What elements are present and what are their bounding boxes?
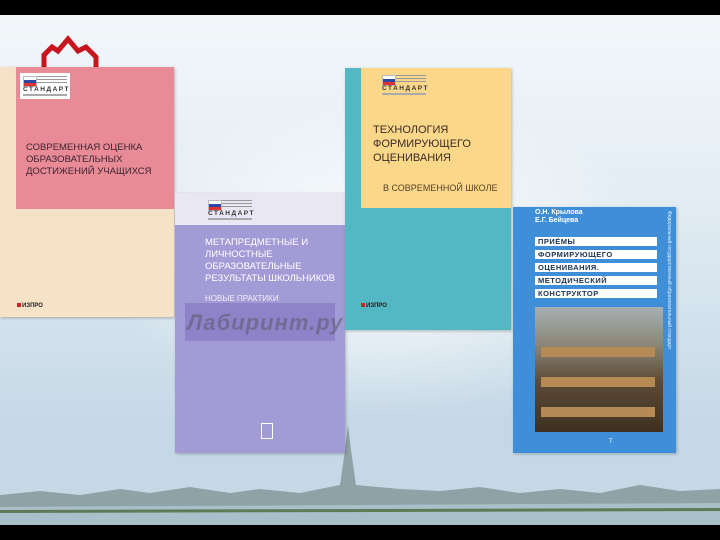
book-spine-text: Федеральный государственный образователь… <box>666 211 672 350</box>
book-title: МЕТАПРЕДМЕТНЫЕ И ЛИЧНОСТНЫЕ ОБРАЗОВАТЕЛЬ… <box>205 237 335 284</box>
book-authors: О.Н. Крылова Е.Г. Бейцева <box>535 209 661 225</box>
book-title-line-4: МЕТОДИЧЕСКИЙ <box>535 276 657 285</box>
standard-logo: СТАНДАРТ <box>20 73 70 99</box>
book-title-line-5: КОНСТРУКТОР <box>535 289 657 298</box>
publisher-logo: ИЗПРО <box>361 303 387 309</box>
publisher-logo-icon <box>261 423 273 439</box>
book-title: СОВРЕМЕННАЯ ОЦЕНКА ОБРАЗОВАТЕЛЬНЫХ ДОСТИ… <box>26 142 152 177</box>
standard-label: СТАНДАРТ <box>23 86 71 93</box>
book-cover-3: СТАНДАРТ ТЕХНОЛОГИЯ ФОРМИРУЮЩЕГО ОЦЕНИВА… <box>345 68 511 330</box>
author-1: О.Н. Крылова <box>535 209 583 216</box>
watermark: Лабиринт.ру <box>187 310 344 335</box>
book-title-line-2: ФОРМИРУЮЩЕГО <box>535 250 657 259</box>
book-subtitle: В СОВРЕМЕННОЙ ШКОЛЕ <box>383 183 498 193</box>
standard-label: СТАНДАРТ <box>208 210 256 217</box>
book-subtitle: НОВЫЕ ПРАКТИКИ <box>205 294 279 303</box>
book-cover-4: О.Н. Крылова Е.Г. Бейцева ПРИЁМЫ ФОРМИРУ… <box>513 207 676 453</box>
slide: СТАНДАРТ СОВРЕМЕННАЯ ОЦЕНКА ОБРАЗОВАТЕЛЬ… <box>0 15 720 525</box>
standard-logo: СТАНДАРТ <box>379 72 429 98</box>
standard-logo: СТАНДАРТ <box>205 197 255 223</box>
classroom-photo <box>535 307 663 432</box>
publisher-logo-icon: Т <box>609 439 613 445</box>
book-title-line-3: ОЦЕНИВАНИЯ. <box>535 263 657 272</box>
author-2: Е.Г. Бейцева <box>535 217 579 224</box>
book-cover-1: СТАНДАРТ СОВРЕМЕННАЯ ОЦЕНКА ОБРАЗОВАТЕЛЬ… <box>0 67 174 317</box>
book-cover-2-header: СТАНДАРТ <box>175 193 345 225</box>
publisher-logo: ИЗПРО <box>17 303 43 309</box>
book-title-line-1: ПРИЁМЫ <box>535 237 657 246</box>
standard-label: СТАНДАРТ <box>382 85 430 92</box>
book-title: ТЕХНОЛОГИЯ ФОРМИРУЮЩЕГО ОЦЕНИВАНИЯ <box>373 124 471 164</box>
